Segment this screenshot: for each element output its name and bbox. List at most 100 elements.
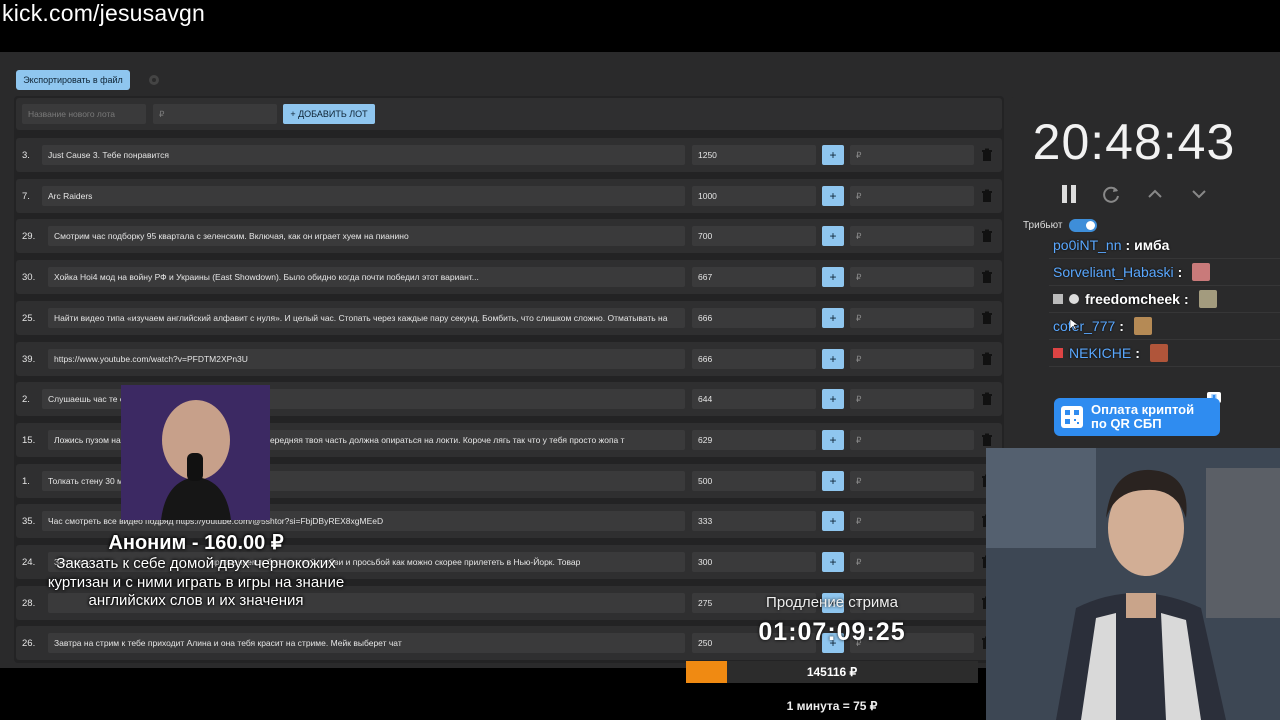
lot-name-text: https://www.youtube.com/watch?v=PFDTM2XP…	[54, 354, 248, 364]
extension-label: Продление стрима	[766, 594, 898, 611]
lot-number: 15.	[22, 434, 36, 446]
chat-message: NEKICHE :	[1049, 340, 1280, 367]
lot-add-amount-button[interactable]: +	[822, 145, 844, 165]
chat-text: имба	[1134, 237, 1170, 253]
trash-icon[interactable]	[980, 392, 994, 406]
lot-add-amount-input[interactable]: ₽	[850, 267, 974, 287]
extension-timer: 01:07:09:25	[758, 618, 906, 646]
lot-amount-input[interactable]: 644	[692, 389, 816, 409]
extension-total: 145116 ₽	[806, 665, 858, 679]
new-lot-name-input[interactable]: Название нового лота	[22, 104, 146, 124]
chat-separator: :	[1119, 318, 1124, 334]
chevron-down-icon[interactable]	[1189, 184, 1209, 204]
lot-number: 35.	[22, 515, 36, 527]
lot-name-text: Смотрим час подборку 95 квартала с зелен…	[54, 231, 409, 241]
lot-name-text: Ложись пузом на	[54, 435, 121, 445]
lot-amount-input[interactable]: 300	[692, 552, 816, 572]
lot-number: 29.	[22, 230, 36, 242]
lot-add-amount-input[interactable]: ₽	[850, 145, 974, 165]
lot-name-input[interactable]: Arc Raiders	[42, 186, 685, 206]
lot-amount-input[interactable]: 667	[692, 267, 816, 287]
lot-add-amount-input[interactable]: ₽	[850, 552, 974, 572]
trash-icon[interactable]	[980, 189, 994, 203]
chat-separator: :	[1183, 291, 1189, 307]
lot-number: 39.	[22, 353, 36, 365]
gear-icon[interactable]	[147, 73, 161, 87]
lot-number: 24.	[22, 556, 36, 568]
qr-button-line1: Оплата криптой	[1091, 402, 1195, 417]
lot-name-input[interactable]: https://www.youtube.com/watch?v=PFDTM2XP…	[48, 349, 685, 369]
lot-amount-input[interactable]: 1250	[692, 145, 816, 165]
lot-add-amount-input[interactable]: ₽	[850, 349, 974, 369]
refresh-icon[interactable]	[1101, 184, 1121, 204]
lot-add-amount-button[interactable]: +	[822, 389, 844, 409]
new-lot-price-input[interactable]: ₽	[153, 104, 277, 124]
lot-name-text: Хойка Hoi4 мод на войну РФ и Украины (Ea…	[54, 272, 479, 282]
lot-add-amount-button[interactable]: +	[822, 471, 844, 491]
chat-separator: :	[1125, 237, 1131, 253]
badge-icon	[1053, 294, 1063, 304]
lot-name-text: Just Cause 3. Тебе понравится	[48, 150, 169, 160]
lot-number: 28.	[22, 597, 36, 609]
trash-icon[interactable]	[980, 311, 994, 325]
webcam-video	[986, 448, 1280, 720]
lot-amount-input[interactable]: 500	[692, 471, 816, 491]
emote-icon	[1198, 290, 1217, 308]
lot-add-amount-button[interactable]: +	[822, 308, 844, 328]
lot-name-input[interactable]: Just Cause 3. Тебе понравится	[42, 145, 685, 165]
chat-separator: :	[1177, 264, 1183, 280]
lot-add-amount-button[interactable]: +	[822, 430, 844, 450]
lot-number: 25.	[22, 312, 36, 324]
trash-icon[interactable]	[980, 229, 994, 243]
lot-add-amount-button[interactable]: +	[822, 349, 844, 369]
emote-icon	[1133, 317, 1152, 335]
lot-add-amount-input[interactable]: ₽	[850, 471, 974, 491]
qr-icon	[1061, 406, 1083, 428]
chat-username: cofer_777	[1053, 318, 1116, 334]
lot-add-amount-input[interactable]: ₽	[850, 308, 974, 328]
lot-add-amount-input[interactable]: ₽	[850, 226, 974, 246]
lot-add-amount-input[interactable]: ₽	[850, 389, 974, 409]
lot-add-amount-input[interactable]: ₽	[850, 186, 974, 206]
lot-name-input[interactable]: Хойка Hoi4 мод на войну РФ и Украины (Ea…	[48, 267, 685, 287]
lot-add-amount-input[interactable]: ₽	[850, 430, 974, 450]
lot-amount-input[interactable]: 666	[692, 349, 816, 369]
lot-amount-input[interactable]: 700	[692, 226, 816, 246]
lot-number: 2.	[22, 393, 30, 405]
url-bar[interactable]: kick.com/jesusavgn	[2, 0, 205, 27]
pause-icon[interactable]	[1059, 184, 1079, 204]
lot-add-amount-button[interactable]: +	[822, 511, 844, 531]
qr-payment-button[interactable]: Оплата криптой по QR СБП	[1054, 398, 1220, 436]
tribute-toggle[interactable]	[1069, 219, 1097, 232]
lot-add-amount-input[interactable]: ₽	[850, 511, 974, 531]
trash-icon[interactable]	[980, 148, 994, 162]
lot-amount-input[interactable]: 333	[692, 511, 816, 531]
lot-name-input[interactable]: Найти видео типа «изучаем английский алф…	[48, 308, 685, 328]
timer-display: 20:48:43	[1032, 114, 1236, 170]
lot-amount-input[interactable]: 629	[692, 430, 816, 450]
chat-username: freedomcheek	[1085, 291, 1180, 307]
lot-name-input[interactable]: Смотрим час подборку 95 квартала с зелен…	[48, 226, 685, 246]
trash-icon[interactable]	[980, 433, 994, 447]
export-button[interactable]: Экспортировать в файл	[16, 70, 130, 90]
trash-icon[interactable]	[980, 270, 994, 284]
chat-message: freedomcheek :	[1049, 286, 1280, 313]
chat-username: Sorveliant_Habaski	[1053, 264, 1174, 280]
badge-icon	[1053, 348, 1063, 358]
chevron-up-icon[interactable]	[1145, 184, 1165, 204]
lot-add-amount-button[interactable]: +	[822, 552, 844, 572]
lot-amount-input[interactable]: 1000	[692, 186, 816, 206]
mouse-cursor-icon	[1069, 318, 1079, 331]
lot-amount-input[interactable]: 666	[692, 308, 816, 328]
add-lot-button[interactable]: + ДОБАВИТЬ ЛОТ	[283, 104, 375, 124]
extension-progress-bar: 145116 ₽	[686, 661, 978, 683]
lot-name-input[interactable]: Завтра на стрим к тебе приходит Алина и …	[48, 633, 685, 653]
trash-icon[interactable]	[980, 352, 994, 366]
lot-row: 30. Хойка Hoi4 мод на войну РФ и Украины …	[16, 260, 1002, 294]
lot-add-amount-button[interactable]: +	[822, 226, 844, 246]
donor-image	[121, 385, 270, 520]
lot-add-amount-button[interactable]: +	[822, 267, 844, 287]
lot-add-amount-button[interactable]: +	[822, 186, 844, 206]
emote-icon	[1192, 263, 1211, 281]
chat-message: Sorveliant_Habaski :	[1049, 259, 1280, 286]
